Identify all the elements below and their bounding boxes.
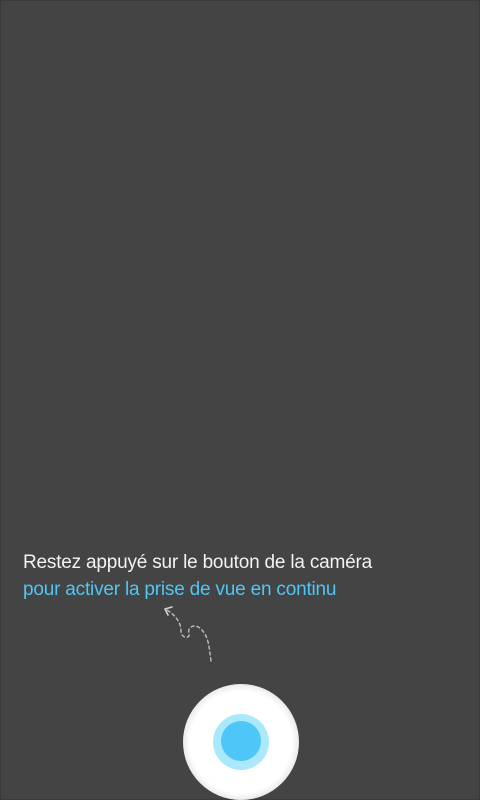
hint-text: Restez appuyé sur le bouton de la caméra… <box>23 549 463 603</box>
curly-dashed-arrow-icon <box>164 606 212 662</box>
camera-tutorial-screen: Restez appuyé sur le bouton de la caméra… <box>0 0 480 800</box>
hint-line-1: Restez appuyé sur le bouton de la caméra <box>23 552 372 573</box>
shutter-core <box>221 721 261 761</box>
hint-line-2: pour activer la prise de vue en continu <box>23 579 337 600</box>
camera-shutter-button[interactable] <box>181 684 301 800</box>
